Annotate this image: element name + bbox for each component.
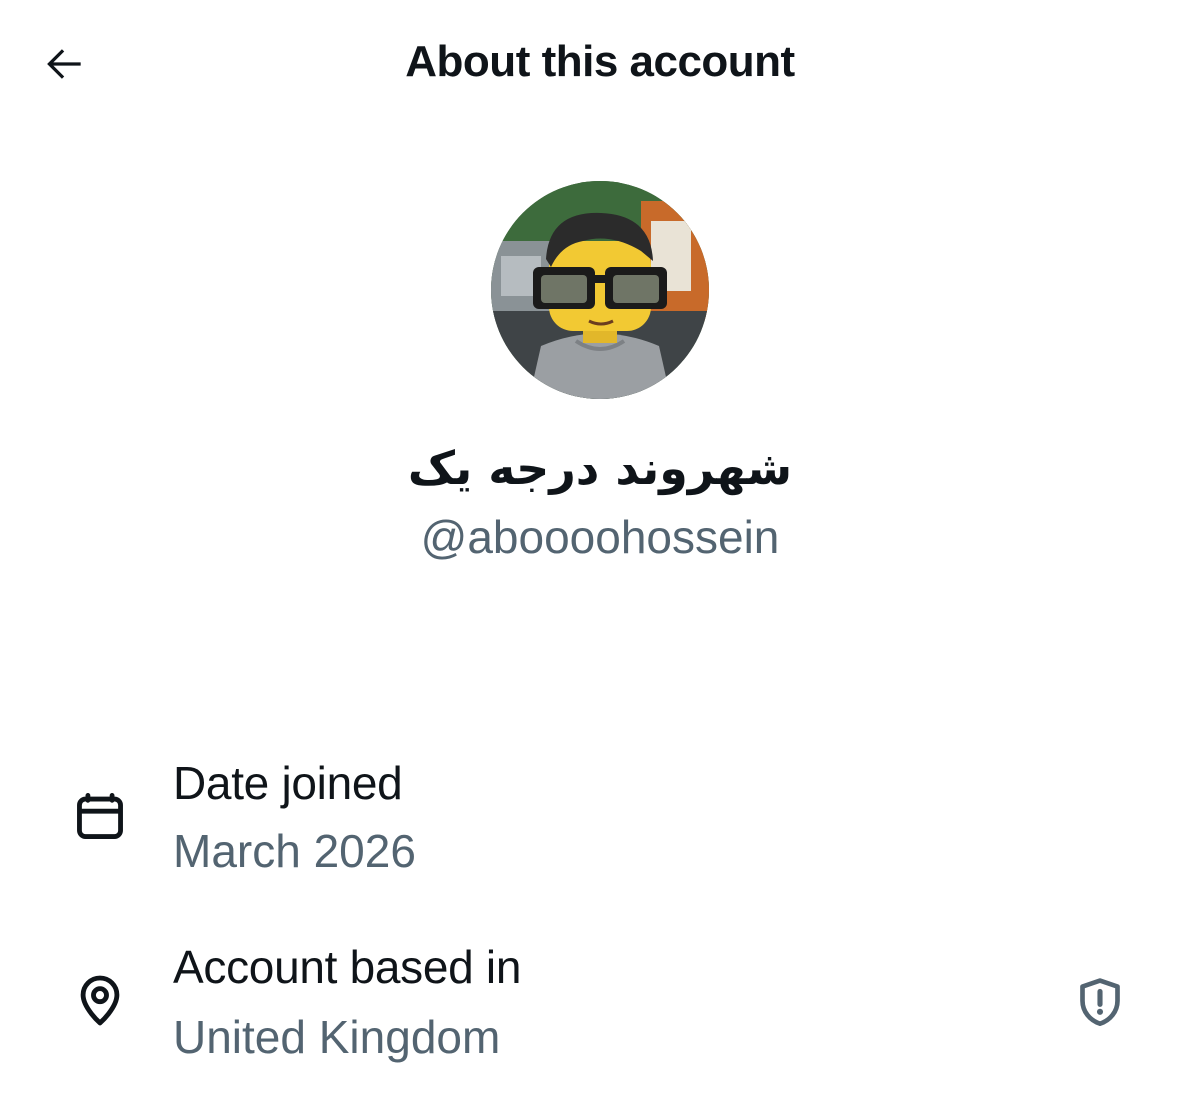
date-joined-value: March 2026 [173,825,416,877]
avatar-image [491,181,709,399]
date-joined-row: Date joined March 2026 [0,748,1200,878]
shield-alert-icon [1080,978,1120,1027]
header: About this account [0,0,1200,124]
shield-alert-button[interactable] [1066,968,1134,1036]
calendar-icon [66,782,134,850]
account-location-row: Account based in United Kingdom [0,934,1200,1064]
username-handle: @aboooohossein [420,511,780,563]
display-name: شهروند درجه یک [407,441,793,495]
page-title: About this account [405,37,795,86]
account-based-in-value: United Kingdom [173,1011,501,1063]
avatar[interactable] [491,181,709,399]
account-based-in-label: Account based in [173,941,522,993]
date-joined-label: Date joined [173,757,403,809]
location-pin-icon [66,966,134,1034]
